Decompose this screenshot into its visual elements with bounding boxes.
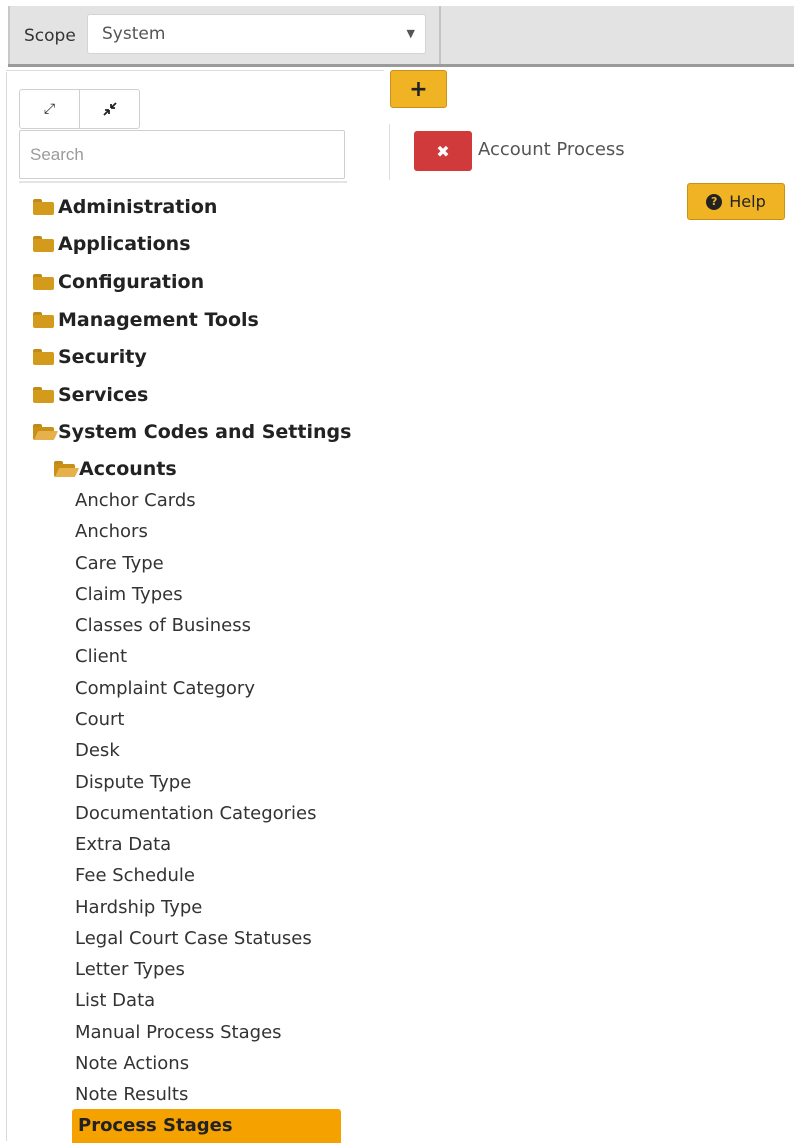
tree-folder-services[interactable]: Services xyxy=(33,380,148,410)
left-panel-border xyxy=(6,72,7,1141)
tree-folder-administration[interactable]: Administration xyxy=(33,192,217,222)
tree-item-desk[interactable]: Desk xyxy=(75,737,120,765)
add-button[interactable]: + xyxy=(390,70,447,108)
tree-item-manual-process-stages[interactable]: Manual Process Stages xyxy=(75,1019,282,1047)
chevron-down-icon: ▼ xyxy=(406,27,415,40)
question-circle-icon: ? xyxy=(706,193,723,210)
pane-divider xyxy=(389,124,390,180)
tree-item-anchors[interactable]: Anchors xyxy=(75,518,148,546)
tree-folder-label: Services xyxy=(58,384,149,406)
tree-folder-label: Applications xyxy=(58,233,191,255)
tree-item-classes-of-business[interactable]: Classes of Business xyxy=(75,612,251,640)
expand-arrows-icon: ⤢ xyxy=(43,101,56,117)
tree-item-letter-types[interactable]: Letter Types xyxy=(75,956,185,984)
tree-item-dispute-type[interactable]: Dispute Type xyxy=(75,769,191,797)
search-input[interactable] xyxy=(19,130,345,179)
expand-collapse-group: ⤢ xyxy=(19,89,140,129)
tree-item-note-actions[interactable]: Note Actions xyxy=(75,1050,189,1078)
tree-folder-security[interactable]: Security xyxy=(33,342,147,372)
collapse-arrows-icon xyxy=(102,102,117,116)
scope-bar-divider xyxy=(439,6,441,64)
tree-item-client[interactable]: Client xyxy=(75,643,127,671)
tree-item-legal-court-case-statuses[interactable]: Legal Court Case Statuses xyxy=(75,925,312,953)
scope-bar: Scope System ▼ xyxy=(0,0,794,68)
tree-item-hardship-type[interactable]: Hardship Type xyxy=(75,894,202,922)
tree-item-anchor-cards[interactable]: Anchor Cards xyxy=(75,487,196,515)
tree-folder-label: System Codes and Settings xyxy=(58,421,352,443)
folder-icon xyxy=(33,199,54,215)
tree-item-process-stages-selected[interactable]: Process Stages xyxy=(72,1109,341,1143)
tree-folder-configuration[interactable]: Configuration xyxy=(33,267,204,297)
folder-icon xyxy=(33,236,54,252)
left-panel-top-border xyxy=(6,70,384,71)
tree-item-documentation-categories[interactable]: Documentation Categories xyxy=(75,800,317,828)
folder-open-icon xyxy=(54,461,80,477)
tab-title[interactable]: Account Process xyxy=(478,139,625,160)
scope-dropdown[interactable]: System ▼ xyxy=(87,14,426,54)
expand-all-button[interactable]: ⤢ xyxy=(20,90,79,128)
folder-icon xyxy=(33,349,54,365)
tree-item-claim-types[interactable]: Claim Types xyxy=(75,581,183,609)
help-button[interactable]: ? Help xyxy=(687,183,785,220)
tree-folder-accounts[interactable]: Accounts xyxy=(54,454,177,484)
folder-icon xyxy=(33,387,54,403)
tree-item-list-data[interactable]: List Data xyxy=(75,987,155,1015)
tree-folder-label: Configuration xyxy=(58,271,205,293)
collapse-all-button[interactable] xyxy=(79,90,139,128)
tree-item-note-results[interactable]: Note Results xyxy=(75,1081,188,1109)
folder-icon xyxy=(33,274,54,290)
tree-item-care-type[interactable]: Care Type xyxy=(75,550,164,578)
scope-bar-border xyxy=(8,64,794,67)
folder-open-icon xyxy=(33,424,59,440)
scope-label: Scope xyxy=(24,26,76,46)
tree-folder-label: Security xyxy=(58,346,147,368)
tree-item-fee-schedule[interactable]: Fee Schedule xyxy=(75,862,195,890)
tree-folder-label: Administration xyxy=(58,196,218,218)
folder-icon xyxy=(33,312,54,328)
close-tab-button[interactable]: ✖ xyxy=(414,131,472,171)
tree-item-extra-data[interactable]: Extra Data xyxy=(75,831,171,859)
plus-icon: + xyxy=(409,76,428,102)
tree-folder-applications[interactable]: Applications xyxy=(33,229,191,259)
scope-dropdown-value: System xyxy=(102,24,166,44)
search-divider xyxy=(19,181,347,183)
tree-folder-management-tools[interactable]: Management Tools xyxy=(33,305,259,335)
help-label: Help xyxy=(729,192,766,211)
tree-item-complaint-category[interactable]: Complaint Category xyxy=(75,675,255,703)
close-icon: ✖ xyxy=(436,141,450,161)
tree-folder-label: Management Tools xyxy=(58,309,259,331)
tree-folder-system-codes-and-settings[interactable]: System Codes and Settings xyxy=(33,417,351,447)
tree-folder-label: Accounts xyxy=(79,458,177,480)
tree-item-court[interactable]: Court xyxy=(75,706,124,734)
